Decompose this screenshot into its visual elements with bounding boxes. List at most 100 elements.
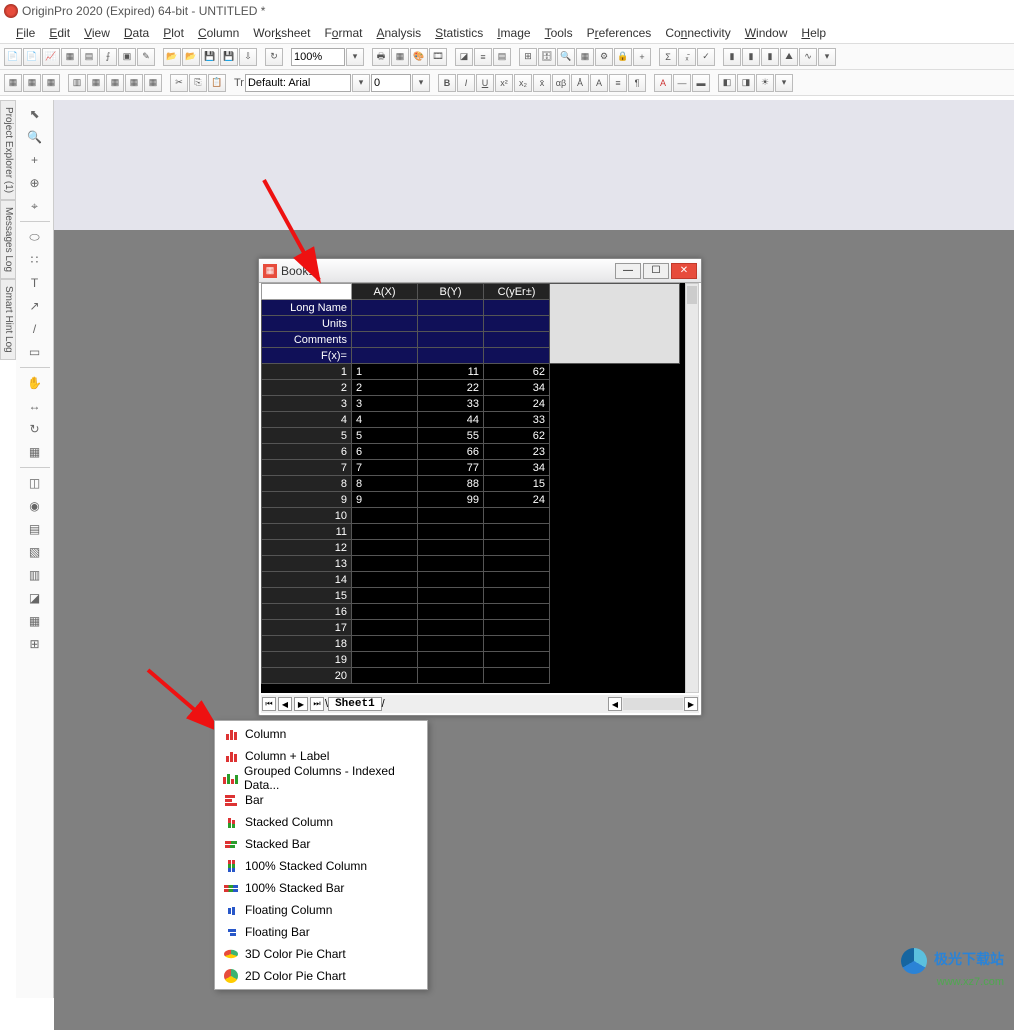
menu-100-stacked-bar[interactable]: 100% Stacked Bar xyxy=(215,877,427,899)
data-cell[interactable] xyxy=(418,668,484,684)
data-cell[interactable]: 34 xyxy=(484,460,550,476)
data-cell[interactable]: 24 xyxy=(484,396,550,412)
minimize-button[interactable]: — xyxy=(615,263,641,279)
data-cell[interactable]: 3 xyxy=(352,396,418,412)
tb-bold-icon[interactable]: B xyxy=(438,74,456,92)
data-cell[interactable]: 24 xyxy=(484,492,550,508)
data-cell[interactable]: 88 xyxy=(418,476,484,492)
tb-ws1-icon[interactable]: ▦ xyxy=(4,74,22,92)
menu-image[interactable]: Image xyxy=(491,24,536,42)
col-header-b[interactable]: B(Y) xyxy=(418,284,484,300)
tab-first-icon[interactable]: ⏮ xyxy=(262,697,276,711)
tb-fontdrop-icon[interactable]: ▾ xyxy=(352,74,370,92)
data-cell[interactable]: 99 xyxy=(418,492,484,508)
data-cell[interactable]: 8 xyxy=(352,476,418,492)
close-button[interactable]: ✕ xyxy=(671,263,697,279)
data-cell[interactable] xyxy=(484,588,550,604)
menu-data[interactable]: Data xyxy=(118,24,155,42)
data-cell[interactable] xyxy=(484,524,550,540)
row-header[interactable]: 15 xyxy=(262,588,352,604)
data-cell[interactable]: 33 xyxy=(484,412,550,428)
tb-pal2-icon[interactable]: ◨ xyxy=(737,74,755,92)
menu-floating-bar[interactable]: Floating Bar xyxy=(215,921,427,943)
menu-column[interactable]: Column xyxy=(192,24,245,42)
menu-stacked-column[interactable]: Stacked Column xyxy=(215,811,427,833)
region-icon[interactable]: ∷ xyxy=(25,250,45,270)
tb-italic-icon[interactable]: I xyxy=(457,74,475,92)
row-header[interactable]: 16 xyxy=(262,604,352,620)
tb-add-icon[interactable]: + xyxy=(633,48,651,66)
data-cell[interactable] xyxy=(352,668,418,684)
tab-next-icon[interactable]: ▶ xyxy=(294,697,308,711)
maximize-button[interactable]: ☐ xyxy=(643,263,669,279)
tb-layout2-icon[interactable]: ≡ xyxy=(474,48,492,66)
lt8-icon[interactable]: ⊞ xyxy=(25,634,45,654)
tb-fft-icon[interactable]: ∿ xyxy=(799,48,817,66)
row-header[interactable]: 8 xyxy=(262,476,352,492)
data-cell[interactable] xyxy=(418,508,484,524)
data-cell[interactable] xyxy=(352,636,418,652)
row-header[interactable]: 19 xyxy=(262,652,352,668)
tb-graph-icon[interactable]: 📈 xyxy=(42,48,60,66)
tab-last-icon[interactable]: ⏭ xyxy=(310,697,324,711)
data-cell[interactable] xyxy=(484,620,550,636)
row-header[interactable]: 20 xyxy=(262,668,352,684)
row-header[interactable]: 6 xyxy=(262,444,352,460)
row-header[interactable]: 3 xyxy=(262,396,352,412)
meta-fx[interactable]: F(x)= xyxy=(262,348,352,364)
data-cell[interactable]: 7 xyxy=(352,460,418,476)
tb-light-icon[interactable]: ☀ xyxy=(756,74,774,92)
tab-prev-icon[interactable]: ◀ xyxy=(278,697,292,711)
data-cell[interactable]: 66 xyxy=(418,444,484,460)
tb-new2-icon[interactable]: 📄 xyxy=(23,48,41,66)
data-cell[interactable] xyxy=(484,540,550,556)
menu-window[interactable]: Window xyxy=(739,24,794,42)
data-cell[interactable] xyxy=(418,588,484,604)
data-cell[interactable]: 15 xyxy=(484,476,550,492)
row-header[interactable]: 1 xyxy=(262,364,352,380)
data-cell[interactable]: 6 xyxy=(352,444,418,460)
data-cell[interactable] xyxy=(484,572,550,588)
tb-notes-icon[interactable]: ✎ xyxy=(137,48,155,66)
lt1-icon[interactable]: ◫ xyxy=(25,473,45,493)
data-cell[interactable] xyxy=(418,524,484,540)
hscroll-left-icon[interactable]: ◀ xyxy=(608,697,622,711)
row-header[interactable]: 7 xyxy=(262,460,352,476)
data-cell[interactable]: 44 xyxy=(418,412,484,428)
tb-pal1-icon[interactable]: ◧ xyxy=(718,74,736,92)
tb-codeb-icon[interactable]: ▦ xyxy=(391,48,409,66)
lt7-icon[interactable]: ▦ xyxy=(25,611,45,631)
tb-bar3-icon[interactable]: ▮ xyxy=(761,48,779,66)
menu-worksheet[interactable]: Worksheet xyxy=(247,24,316,42)
tb-para-icon[interactable]: ¶ xyxy=(628,74,646,92)
lt2-icon[interactable]: ◉ xyxy=(25,496,45,516)
tb-ws4-icon[interactable]: ▦ xyxy=(87,74,105,92)
data-cell[interactable] xyxy=(418,620,484,636)
tb-print-icon[interactable]: 🖶 xyxy=(372,48,390,66)
tb-excel-icon[interactable]: ▦ xyxy=(61,48,79,66)
row-header[interactable]: 2 xyxy=(262,380,352,396)
tb-ws7-icon[interactable]: ▦ xyxy=(144,74,162,92)
worksheet[interactable]: A(X) B(Y) C(yEr±) Long Name Units Commen… xyxy=(261,283,699,693)
row-header[interactable]: 10 xyxy=(262,508,352,524)
data-cell[interactable]: 22 xyxy=(418,380,484,396)
hscroll-track[interactable] xyxy=(623,698,683,710)
tb-func-icon[interactable]: ⨍ xyxy=(99,48,117,66)
tb-addcol-icon[interactable]: ▥ xyxy=(68,74,86,92)
row-header[interactable]: 13 xyxy=(262,556,352,572)
data-cell[interactable]: 55 xyxy=(418,428,484,444)
tb-layout-icon[interactable]: ▣ xyxy=(118,48,136,66)
tb-fsdrop-icon[interactable]: ▾ xyxy=(412,74,430,92)
panel-smart-hint-log[interactable]: Smart Hint Log xyxy=(0,279,16,360)
insert-icon[interactable]: ▦ xyxy=(25,442,45,462)
data-cell[interactable] xyxy=(352,524,418,540)
data-cell[interactable] xyxy=(352,652,418,668)
row-header[interactable]: 5 xyxy=(262,428,352,444)
data-cell[interactable]: 5 xyxy=(352,428,418,444)
tb-zoomdrop-icon[interactable]: ▾ xyxy=(346,48,364,66)
tb-ws3-icon[interactable]: ▦ xyxy=(42,74,60,92)
data-cell[interactable]: 34 xyxy=(484,380,550,396)
rotate-icon[interactable]: ↻ xyxy=(25,419,45,439)
tb-align-icon[interactable]: ≡ xyxy=(609,74,627,92)
tb-dup-icon[interactable]: ⊞ xyxy=(519,48,537,66)
